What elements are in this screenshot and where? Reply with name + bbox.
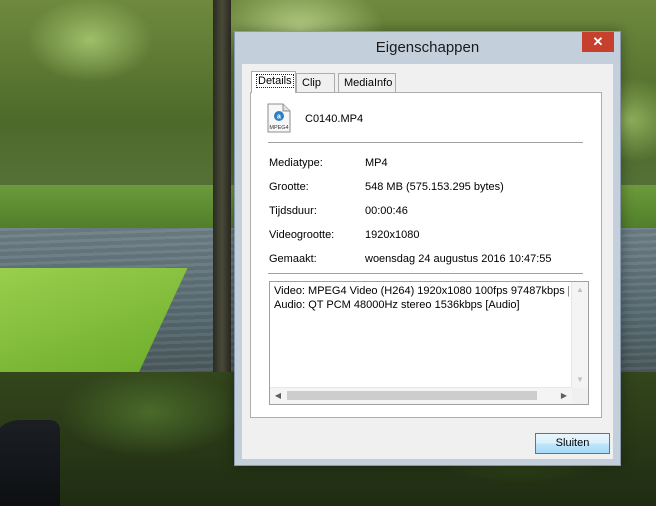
scroll-right-icon[interactable]: ▶ <box>556 388 572 404</box>
created-value: woensdag 24 augustus 2016 10:47:55 <box>365 253 552 265</box>
tab-clip[interactable]: Clip <box>296 73 335 92</box>
tab-details-label: Details <box>256 74 294 88</box>
divider <box>268 142 583 143</box>
tab-mediainfo-label: MediaInfo <box>344 77 393 89</box>
dialog-title: Eigenschappen <box>375 39 480 56</box>
video-size-label: Videogrootte: <box>269 229 335 241</box>
vertical-scrollbar[interactable]: ▲ ▼ <box>571 282 588 388</box>
title-bar[interactable]: Eigenschappen ✕ <box>235 32 620 64</box>
scrollbar-corner <box>572 388 588 404</box>
mp4-icon-caption: MPEG4 <box>269 125 288 131</box>
video-stream-line: Video: MPEG4 Video (H264) 1920x1080 100f… <box>274 285 569 297</box>
scroll-left-icon[interactable]: ◀ <box>270 388 286 404</box>
parked-car <box>0 420 60 506</box>
details-panel: a MPEG4 C0140.MP4 Mediatype: MP4 Grootte… <box>250 92 602 418</box>
close-icon: ✕ <box>592 34 604 49</box>
scroll-down-icon[interactable]: ▼ <box>572 372 588 388</box>
horizontal-scroll-thumb[interactable] <box>287 391 537 400</box>
tab-mediainfo[interactable]: MediaInfo <box>338 73 396 92</box>
divider <box>268 273 583 274</box>
created-label: Gemaakt: <box>269 253 317 265</box>
mediatype-value: MP4 <box>365 157 388 169</box>
file-name: C0140.MP4 <box>305 113 364 125</box>
mp4-file-icon: a MPEG4 <box>267 103 291 133</box>
scroll-up-icon[interactable]: ▲ <box>572 282 588 298</box>
tab-details[interactable]: Details <box>251 71 296 93</box>
close-button[interactable]: ✕ <box>582 32 614 52</box>
video-size-value: 1920x1080 <box>365 229 420 241</box>
tab-clip-label: Clip <box>302 77 321 89</box>
tree-trunk <box>213 0 231 400</box>
size-value: 548 MB (575.153.295 bytes) <box>365 181 504 193</box>
properties-dialog: Eigenschappen ✕ Details Clip MediaInfo a… <box>234 31 621 466</box>
duration-label: Tijdsduur: <box>269 205 317 217</box>
stream-info-textbox[interactable]: Video: MPEG4 Video (H264) 1920x1080 100f… <box>269 281 589 405</box>
size-label: Grootte: <box>269 181 309 193</box>
close-dialog-button[interactable]: Sluiten <box>535 433 610 454</box>
stream-info-text: Video: MPEG4 Video (H264) 1920x1080 100f… <box>274 284 569 312</box>
audio-stream-line: Audio: QT PCM 48000Hz stereo 1536kbps [A… <box>274 299 520 311</box>
svg-text:a: a <box>277 114 281 121</box>
horizontal-scrollbar[interactable]: ◀ ▶ <box>270 387 572 404</box>
duration-value: 00:00:46 <box>365 205 408 217</box>
mediatype-label: Mediatype: <box>269 157 323 169</box>
dialog-client-area: Details Clip MediaInfo a MPEG4 C0140.MP4 <box>242 64 613 459</box>
